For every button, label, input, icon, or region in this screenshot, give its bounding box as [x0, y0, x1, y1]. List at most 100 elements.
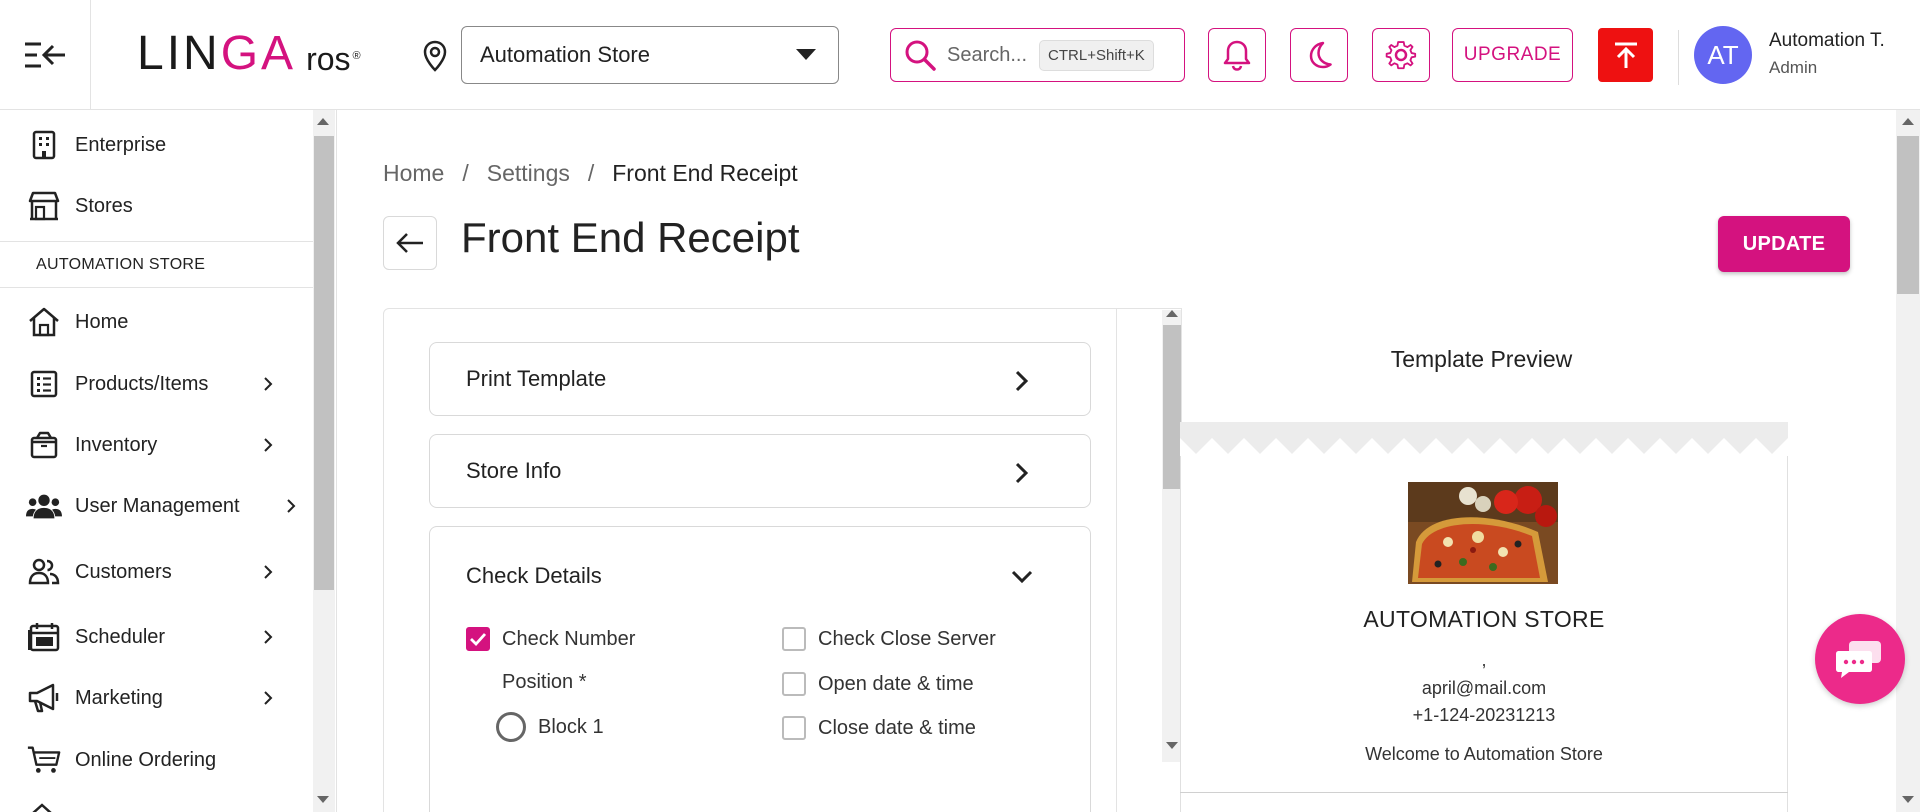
sidebar-scrollbar-thumb[interactable] [314, 136, 334, 590]
moon-icon [1309, 41, 1332, 69]
sidebar-item-label: Inventory [75, 433, 158, 456]
sidebar-item-user-management[interactable]: User Management [0, 477, 312, 535]
check-close-server-checkbox[interactable] [782, 627, 806, 651]
building-icon [26, 127, 62, 163]
chevron-right-icon [1015, 370, 1029, 392]
receipt-address: , [1481, 650, 1487, 670]
settings-scroll-down[interactable] [1166, 742, 1178, 749]
check-number-label: Check Number [502, 628, 636, 650]
close-datetime-checkbox[interactable] [782, 716, 806, 740]
user-role: Admin [1769, 58, 1818, 77]
receipt-zigzag-edge [1180, 422, 1788, 456]
chevron-down-icon [796, 49, 816, 60]
sidebar-divider [0, 287, 313, 288]
search-input[interactable]: Search... CTRL+Shift+K [890, 28, 1185, 82]
open-datetime-checkbox[interactable] [782, 672, 806, 696]
receipt-separator [1180, 792, 1788, 793]
sidebar-scroll-up[interactable] [317, 118, 329, 125]
sidebar-item-inventory[interactable]: Inventory [0, 416, 312, 474]
dark-mode-toggle[interactable] [1290, 28, 1348, 82]
sidebar-item-label: Marketing [75, 686, 163, 709]
logo-registered-mark: ® [352, 50, 361, 62]
chevron-right-icon [264, 565, 273, 579]
sidebar-item-label: Stores [75, 194, 133, 217]
header-divider [1678, 30, 1679, 85]
sidebar-item-label: Products/Items [75, 372, 209, 395]
settings-button[interactable] [1372, 28, 1430, 82]
notifications-button[interactable] [1208, 28, 1266, 82]
menu-collapse-button[interactable] [0, 0, 91, 110]
chevron-right-icon [264, 377, 273, 391]
receipt-phone: +1-124-20231213 [1412, 705, 1556, 725]
settings-scroll-up[interactable] [1166, 310, 1178, 317]
upload-arrow-icon [1614, 42, 1637, 68]
store-select[interactable]: Automation Store [461, 26, 839, 84]
page-title: Front End Receipt [461, 214, 800, 261]
page-scroll-down[interactable] [1902, 796, 1914, 803]
sidebar-item-label: Scheduler [75, 625, 166, 648]
megaphone-icon [26, 680, 62, 716]
gear-icon [1385, 41, 1417, 70]
users-icon [26, 488, 62, 524]
accordion-store-info[interactable]: Store Info [429, 434, 1091, 508]
box-icon [26, 427, 62, 463]
calendar-icon [26, 619, 62, 655]
page-scroll-up[interactable] [1902, 118, 1914, 125]
breadcrumb-current: Front End Receipt [612, 160, 798, 186]
check-close-server-label: Check Close Server [818, 628, 996, 650]
home-icon [26, 304, 62, 340]
chat-bubble-icon [1836, 641, 1881, 678]
breadcrumb: Home / Settings / Front End Receipt [383, 160, 798, 187]
sidebar-divider [0, 241, 313, 242]
sidebar-item-enterprise[interactable]: Enterprise [0, 116, 312, 174]
sidebar-item-label: Home [75, 310, 129, 333]
chevron-right-icon [264, 630, 273, 644]
sidebar-item-online-ordering[interactable]: Online Ordering [0, 731, 312, 789]
customers-icon [26, 554, 62, 590]
page-scrollbar-thumb[interactable] [1897, 136, 1919, 294]
arrow-left-icon [396, 233, 423, 253]
back-button[interactable] [383, 216, 437, 270]
store-select-value: Automation Store [480, 42, 650, 67]
cart-icon [26, 742, 62, 778]
sidebar-section-label: AUTOMATION STORE [36, 256, 206, 273]
sidebar-item-customers[interactable]: Customers [0, 543, 312, 601]
sidebar-item-home[interactable]: Home [0, 293, 312, 351]
location-pin-icon [423, 40, 447, 72]
publish-button[interactable] [1598, 28, 1653, 82]
accordion-print-template[interactable]: Print Template [429, 342, 1091, 416]
search-icon [905, 40, 936, 71]
sidebar-scroll-down[interactable] [317, 796, 329, 803]
sidebar-item-stores[interactable]: Stores [0, 177, 312, 235]
check-number-checkbox[interactable] [466, 627, 490, 651]
sidebar-item-label: User Management [75, 494, 240, 517]
update-button[interactable]: UPDATE [1718, 216, 1850, 272]
checkmark-icon [470, 633, 487, 647]
block-1-radio[interactable] [496, 712, 526, 742]
breadcrumb-home[interactable]: Home [383, 160, 444, 187]
upgrade-button[interactable]: UPGRADE [1452, 28, 1573, 82]
sidebar-item-products-items[interactable]: Products/Items [0, 355, 312, 413]
store-logo-image [1408, 482, 1558, 584]
breadcrumb-settings[interactable]: Settings [487, 160, 570, 187]
chevron-right-icon [264, 438, 273, 452]
sidebar-item-label: Enterprise [75, 133, 167, 156]
partial-next-icon [32, 803, 52, 812]
chat-button[interactable] [1815, 614, 1905, 704]
breadcrumb-separator: / [587, 160, 595, 186]
chevron-right-icon [264, 691, 273, 705]
avatar[interactable]: AT [1694, 26, 1752, 84]
open-datetime-label: Open date & time [818, 673, 974, 695]
settings-scrollbar-thumb[interactable] [1163, 325, 1181, 489]
main-divider [336, 110, 337, 812]
sidebar-item-label: Customers [75, 560, 172, 583]
list-icon [26, 366, 62, 402]
logo-part-lin: LIN [137, 27, 221, 80]
sidebar-item-scheduler[interactable]: Scheduler [0, 608, 312, 666]
block-1-label: Block 1 [538, 716, 604, 738]
sidebar-item-marketing[interactable]: Marketing [0, 669, 312, 727]
chevron-down-icon[interactable] [1010, 569, 1034, 585]
linga-logo[interactable]: LIN GA ros ® [137, 28, 361, 78]
accordion-title[interactable]: Check Details [466, 563, 602, 589]
receipt-welcome: Welcome to Automation Store [1365, 744, 1603, 764]
